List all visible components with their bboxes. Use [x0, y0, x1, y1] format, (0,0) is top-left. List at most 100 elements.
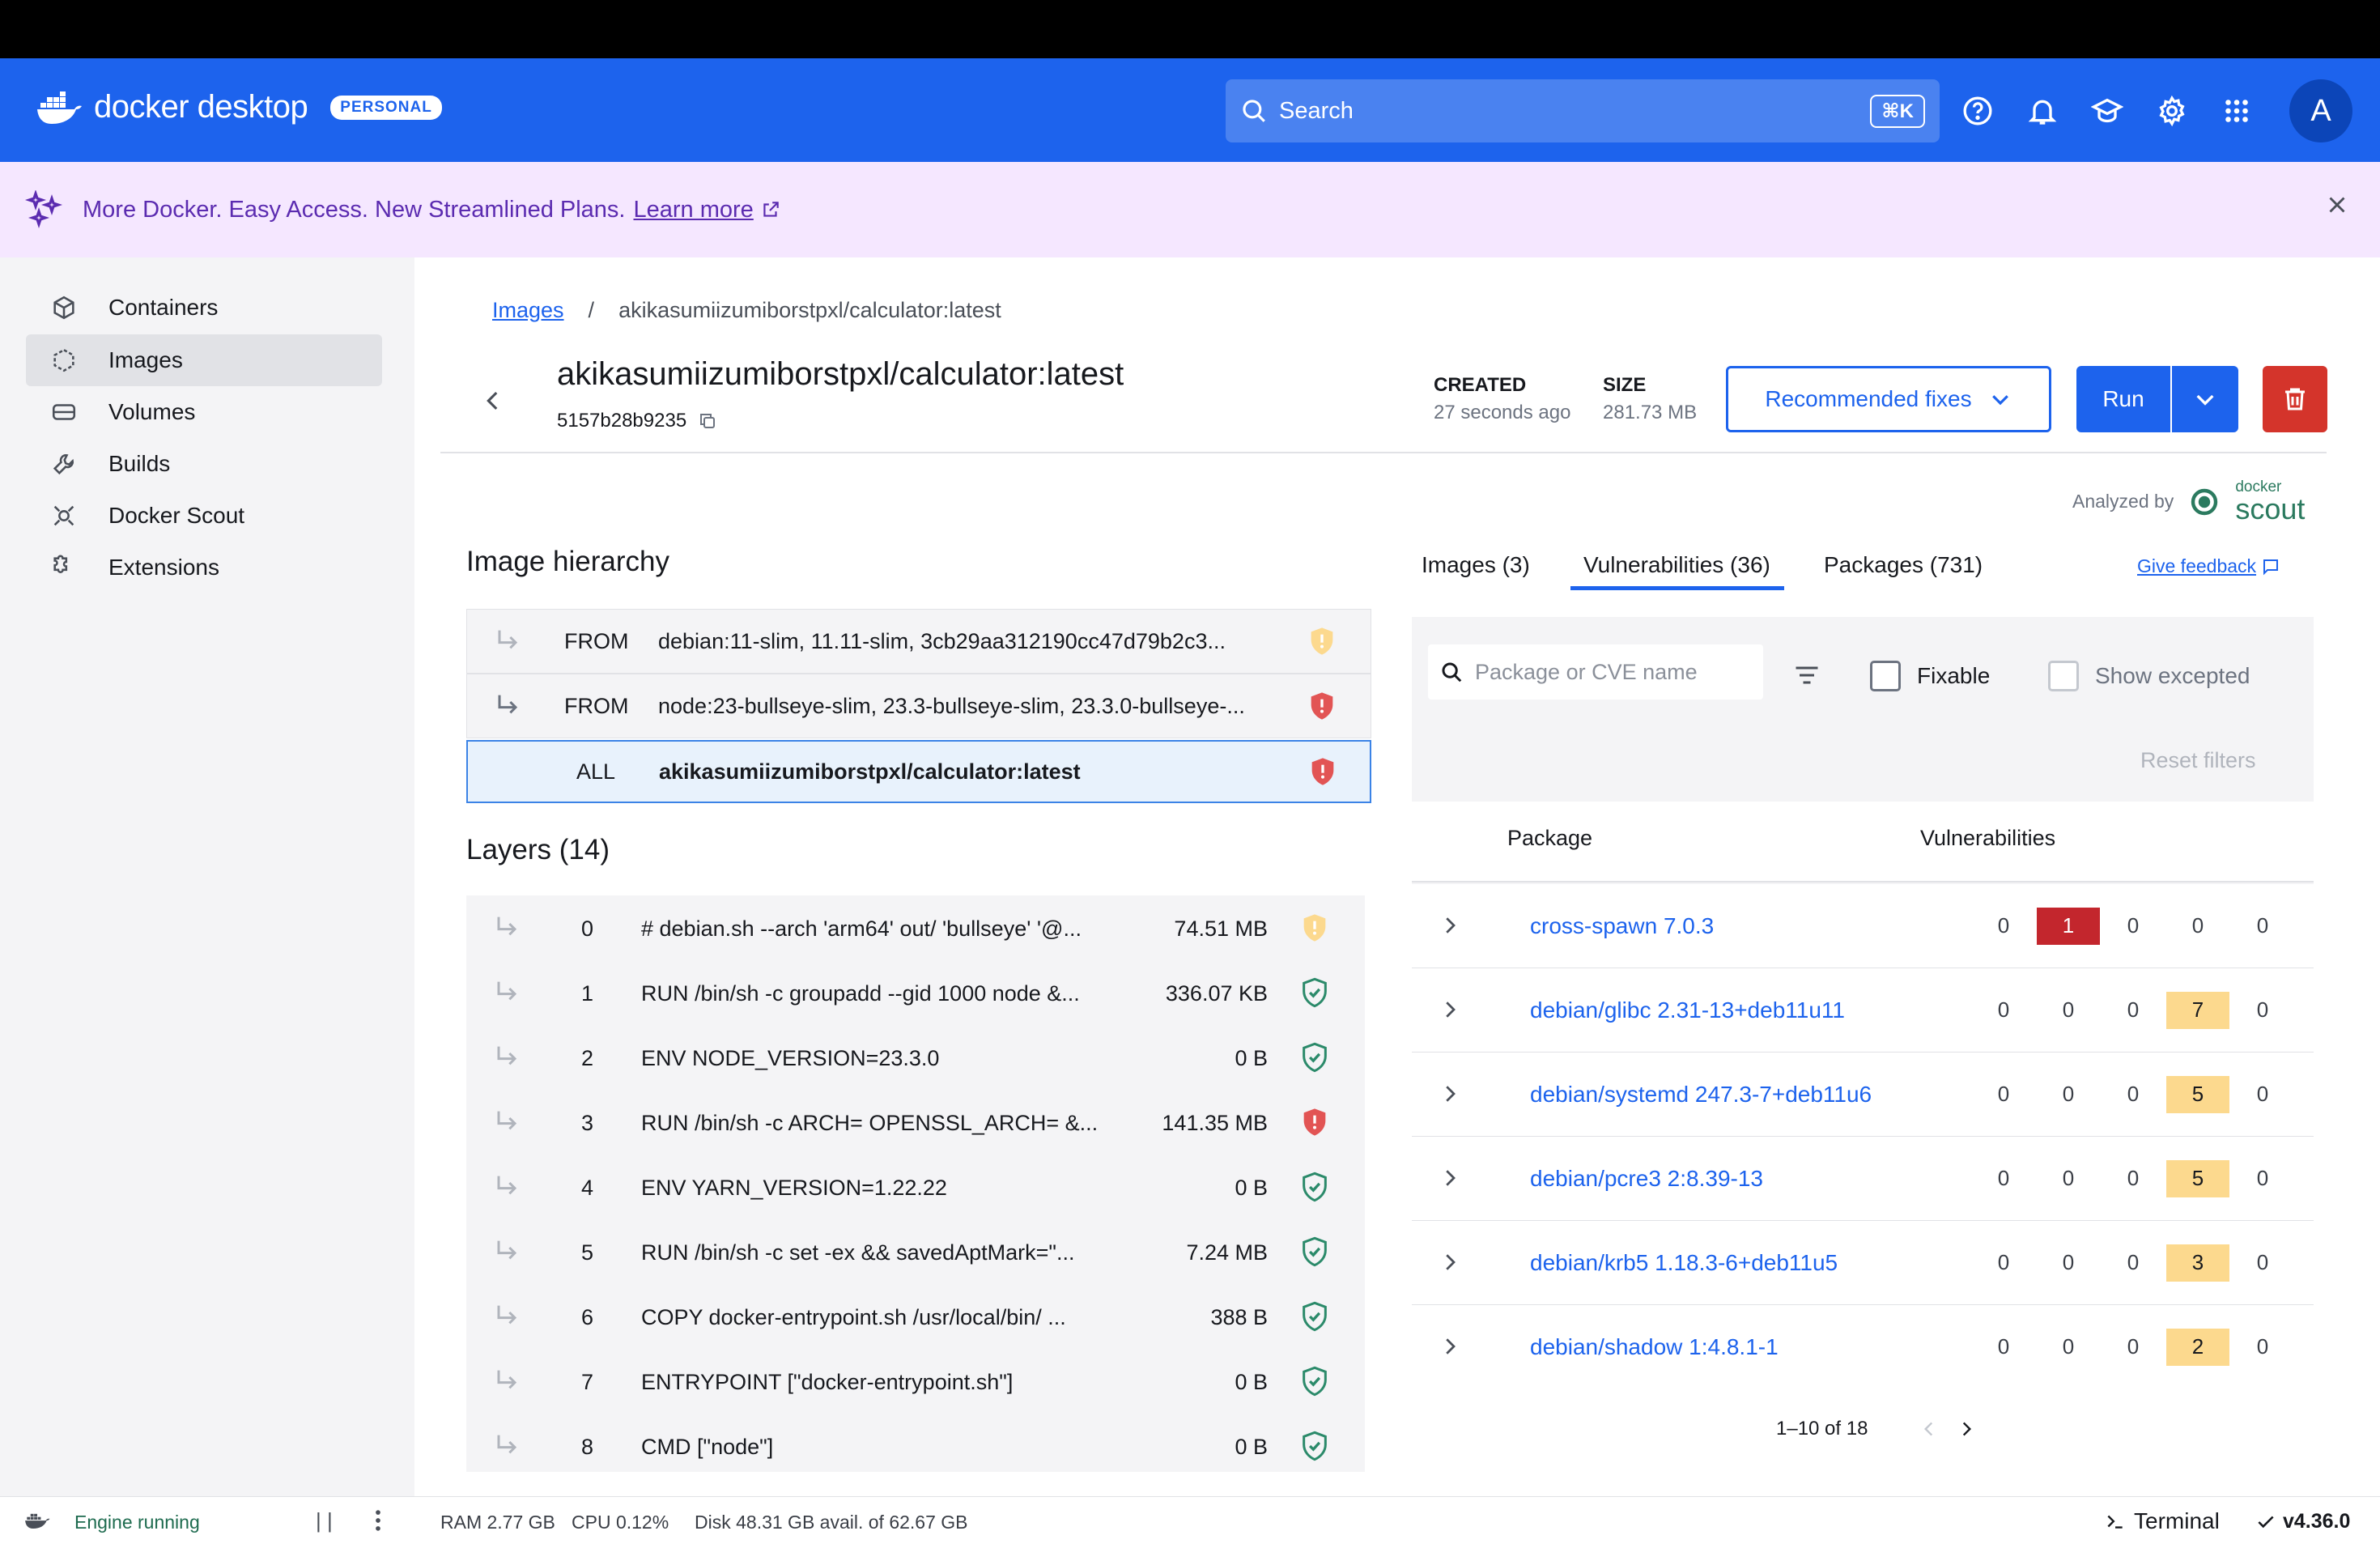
close-banner-icon[interactable] [2323, 191, 2351, 219]
recommended-fixes-button[interactable]: Recommended fixes [1726, 366, 2051, 432]
layer-size: 0 B [1235, 1435, 1268, 1459]
vuln-count-cell: 5 [2166, 1159, 2229, 1197]
package-search-input[interactable]: Package or CVE name [1428, 644, 1763, 700]
reset-filters-button[interactable]: Reset filters [2140, 748, 2256, 773]
critical-shield-icon [1306, 690, 1338, 722]
package-row[interactable]: cross-spawn 7.0.3 0 1 0 0 0 [1412, 884, 2314, 968]
hierarchy-row-selected[interactable]: ALL akikasumiizumiborstpxl/calculator:la… [466, 740, 1371, 803]
sidebar-item-volumes[interactable]: Volumes [26, 386, 382, 438]
package-row[interactable]: debian/pcre3 2:8.39-13 0 0 0 5 0 [1412, 1137, 2314, 1221]
expand-chevron-icon[interactable] [1438, 997, 1462, 1022]
engine-whale-icon [24, 1510, 50, 1529]
tab-vulnerabilities[interactable]: Vulnerabilities (36) [1583, 552, 1770, 578]
sidebar-item-builds[interactable]: Builds [26, 438, 382, 490]
package-row[interactable]: debian/shadow 1:4.8.1-1 0 0 0 2 0 [1412, 1305, 2314, 1389]
expand-chevron-icon[interactable] [1438, 1250, 1462, 1274]
delete-button[interactable] [2263, 366, 2327, 432]
breadcrumb-images-link[interactable]: Images [492, 298, 564, 323]
layer-row[interactable]: 3 RUN /bin/sh -c ARCH= OPENSSL_ARCH= &...… [466, 1090, 1365, 1155]
layer-row[interactable]: 2 ENV NODE_VERSION=23.3.0 0 B [466, 1025, 1365, 1090]
vuln-count-cell: 7 [2166, 991, 2229, 1029]
check-icon [2255, 1512, 2276, 1533]
status-bar: Engine running | | RAM 2.77 GB CPU 0.12%… [0, 1496, 2380, 1548]
layer-row[interactable]: 5 RUN /bin/sh -c set -ex && savedAptMark=… [466, 1219, 1365, 1284]
layers-title: Layers (14) [466, 834, 610, 865]
apps-grid-icon[interactable] [2216, 91, 2257, 131]
layer-arrow-icon [491, 1365, 523, 1397]
vuln-count-cell: 0 [2231, 907, 2294, 945]
expand-chevron-icon[interactable] [1438, 913, 1462, 938]
breadcrumb-current: akikasumiizumiborstpxl/calculator:latest [618, 298, 1001, 322]
layer-index: 8 [581, 1435, 594, 1459]
package-name[interactable]: debian/pcre3 2:8.39-13 [1530, 1166, 1763, 1192]
show-excepted-checkbox[interactable]: Show excepted [2048, 661, 2250, 691]
gear-icon[interactable] [2152, 91, 2192, 131]
vuln-count-cell: 0 [2037, 1075, 2100, 1113]
layer-row[interactable]: 0 # debian.sh --arch 'arm64' out/ 'bullse… [466, 895, 1365, 960]
layer-row[interactable]: 4 ENV YARN_VERSION=1.22.22 0 B [466, 1155, 1365, 1219]
hierarchy-row[interactable]: FROM debian:11-slim, 11.11-slim, 3cb29aa… [466, 609, 1371, 674]
external-link-icon[interactable] [760, 199, 781, 220]
package-row[interactable]: debian/systemd 247.3-7+deb11u6 0 0 0 5 0 [1412, 1053, 2314, 1137]
learning-center-icon[interactable] [2087, 91, 2127, 131]
package-name[interactable]: debian/glibc 2.31-13+deb11u11 [1530, 997, 1845, 1023]
next-page-icon[interactable] [1956, 1418, 1977, 1440]
avatar[interactable]: A [2289, 79, 2352, 142]
sidebar-item-label: Extensions [108, 555, 219, 580]
size-label: SIZE [1603, 374, 1647, 396]
sidebar-item-label: Builds [108, 451, 171, 476]
package-name[interactable]: debian/systemd 247.3-7+deb11u6 [1530, 1082, 1872, 1108]
sidebar-item-containers[interactable]: Containers [26, 282, 382, 334]
vuln-count-cell: 0 [2102, 1159, 2165, 1197]
pause-icon[interactable]: | | [316, 1508, 333, 1533]
sidebar-item-label: Volumes [108, 399, 196, 424]
image-id-row: 5157b28b9235 [557, 410, 717, 432]
filter-icon[interactable] [1791, 661, 1823, 690]
version-indicator[interactable]: v4.36.0 [2255, 1510, 2350, 1533]
image-hierarchy-title: Image hierarchy [466, 546, 669, 577]
tab-packages[interactable]: Packages (731) [1824, 552, 1983, 578]
layer-row[interactable]: 6 COPY docker-entrypoint.sh /usr/local/bi… [466, 1284, 1365, 1349]
expand-chevron-icon[interactable] [1438, 1166, 1462, 1190]
run-button[interactable]: Run [2076, 366, 2170, 432]
more-vert-icon[interactable] [369, 1507, 387, 1534]
tab-images[interactable]: Images (3) [1422, 552, 1530, 578]
expand-chevron-icon[interactable] [1438, 1082, 1462, 1106]
package-name[interactable]: debian/krb5 1.18.3-6+deb11u5 [1530, 1250, 1838, 1276]
learn-more-link[interactable]: Learn more [633, 197, 753, 223]
vuln-count-cell: 0 [2037, 1328, 2100, 1366]
layer-size: 336.07 KB [1165, 981, 1268, 1006]
expand-chevron-icon[interactable] [1438, 1334, 1462, 1359]
hierarchy-arrow-icon [491, 625, 524, 657]
hierarchy-row[interactable]: FROM node:23-bullseye-slim, 23.3-bullsey… [466, 674, 1371, 738]
give-feedback[interactable]: Give feedback [2137, 555, 2280, 577]
sidebar-item-docker-scout[interactable]: Docker Scout [26, 490, 382, 542]
layer-row[interactable]: 7 ENTRYPOINT ["docker-entrypoint.sh"] 0 B [466, 1349, 1365, 1414]
layer-row[interactable]: 8 CMD ["node"] 0 B [466, 1414, 1365, 1472]
layer-row[interactable]: 1 RUN /bin/sh -c groupadd --gid 1000 node… [466, 960, 1365, 1025]
sidebar-item-images[interactable]: Images [26, 334, 382, 386]
fixable-checkbox-box[interactable] [1870, 661, 1901, 691]
show-excepted-checkbox-box[interactable] [2048, 661, 2079, 691]
package-name[interactable]: cross-spawn 7.0.3 [1530, 913, 1714, 939]
bell-icon[interactable] [2022, 91, 2063, 131]
terminal-button[interactable]: Terminal [2105, 1508, 2220, 1534]
package-name[interactable]: debian/shadow 1:4.8.1-1 [1530, 1334, 1779, 1360]
package-row[interactable]: debian/krb5 1.18.3-6+deb11u5 0 0 0 3 0 [1412, 1221, 2314, 1305]
sidebar-item-extensions[interactable]: Extensions [26, 542, 382, 593]
terminal-label: Terminal [2134, 1508, 2220, 1533]
scout-logo-icon [2185, 483, 2224, 521]
run-label: Run [2102, 386, 2144, 411]
run-options-button[interactable] [2172, 366, 2238, 432]
help-icon[interactable] [1957, 91, 1998, 131]
hierarchy-kind: FROM [564, 628, 629, 653]
back-chevron-icon[interactable] [479, 387, 507, 415]
package-row[interactable]: debian/glibc 2.31-13+deb11u11 0 0 0 7 0 [1412, 968, 2314, 1053]
copy-icon[interactable] [698, 411, 717, 431]
col-package: Package [1507, 826, 1593, 850]
global-search[interactable]: Search ⌘K [1226, 79, 1940, 142]
fixable-checkbox[interactable]: Fixable [1870, 661, 1990, 691]
scout-icon [50, 502, 78, 529]
give-feedback-link[interactable]: Give feedback [2137, 555, 2256, 577]
prev-page-icon[interactable] [1919, 1418, 1940, 1440]
